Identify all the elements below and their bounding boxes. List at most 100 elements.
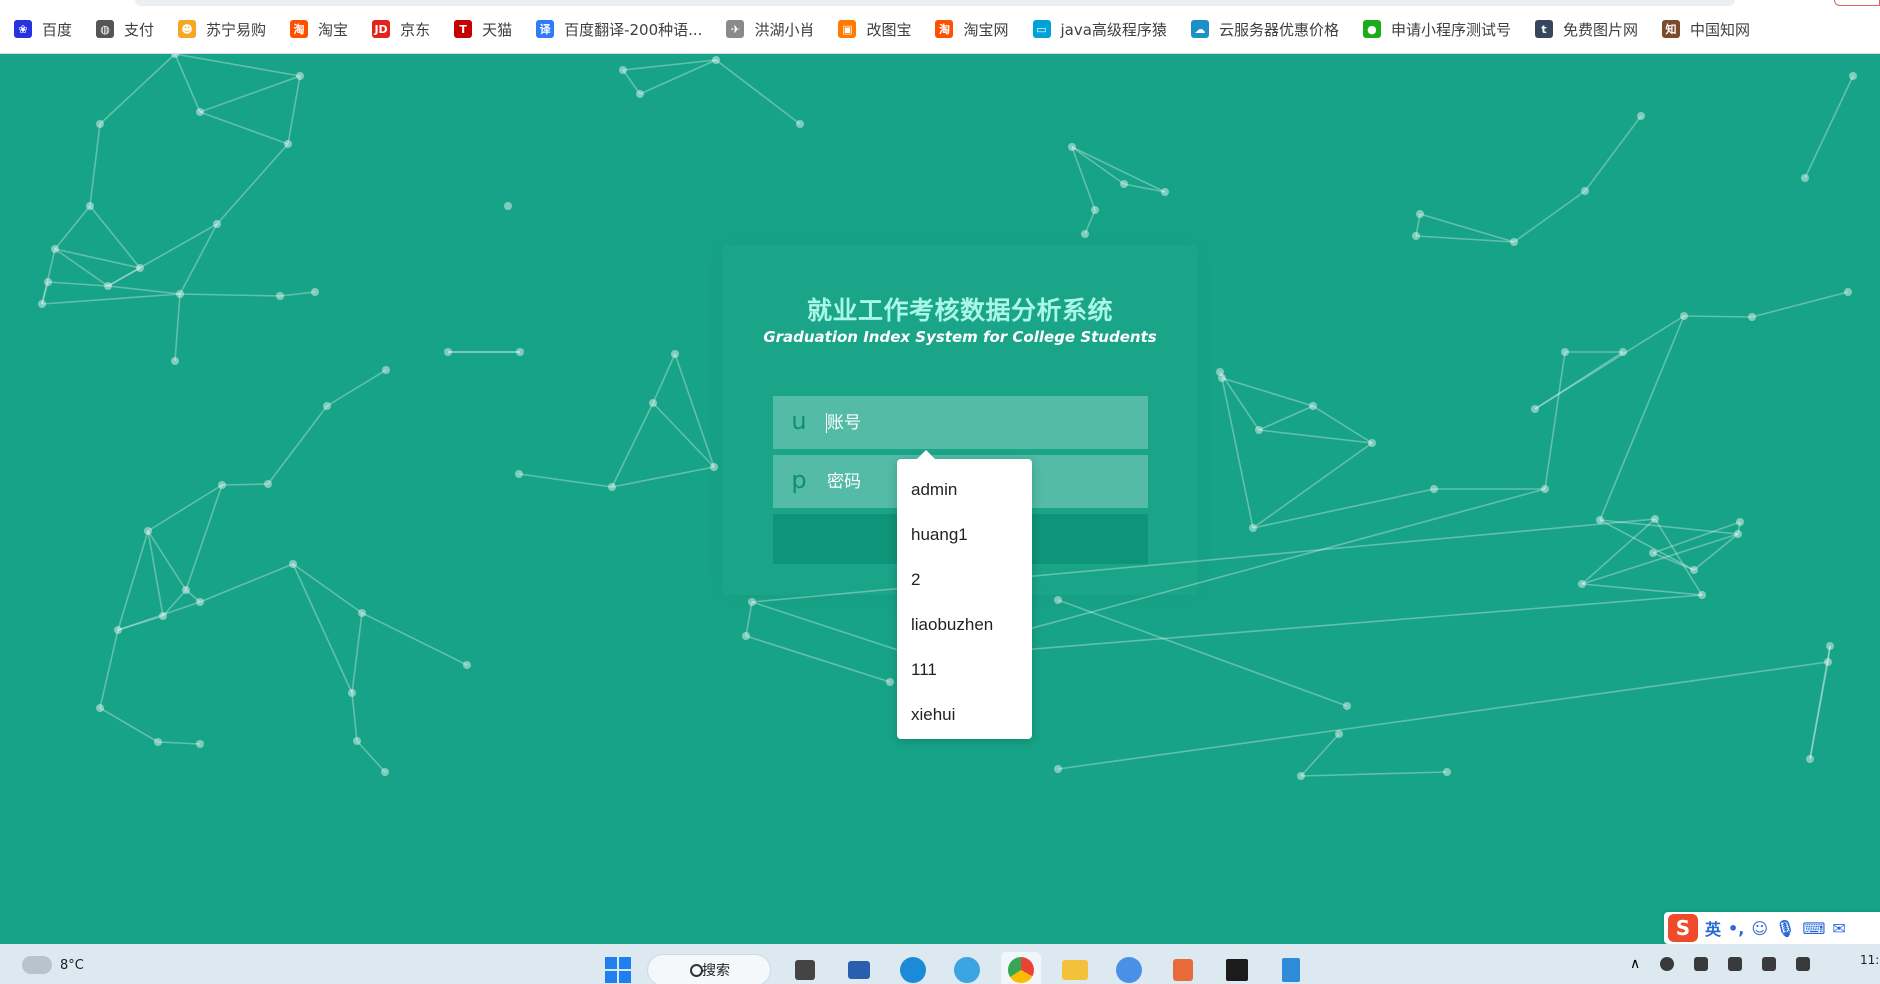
punctuation-icon[interactable]: •, [1728,919,1744,938]
network-link [1221,377,1314,407]
autocomplete-option[interactable]: liaobuzhen [897,602,1032,647]
volume-icon[interactable] [1762,957,1777,971]
powerpoint-icon[interactable] [1163,952,1203,984]
network-node [1416,210,1424,218]
weather-temperature: 8°C [60,957,84,973]
network-link [1057,599,1348,707]
network-link [652,402,715,468]
wifi-icon[interactable] [1728,957,1743,971]
baidu-netdisk-icon[interactable] [1109,952,1149,984]
bookmark-item[interactable]: ● 申请小程序测试号 [1362,17,1511,41]
bookmark-item[interactable]: t 免费图片网 [1534,17,1638,41]
remote-desktop-icon[interactable] [839,952,879,984]
browser-e-icon[interactable] [947,952,987,984]
network-node [712,56,720,64]
emoji-icon[interactable]: ☺ [1751,919,1768,938]
network-node [218,481,226,489]
network-link [1581,533,1739,585]
bookmark-item[interactable]: 淘淘宝网 [935,17,1009,41]
bookmark-item[interactable]: ◍ 支付 [96,17,154,41]
network-link [1751,291,1849,318]
bookmark-item[interactable]: 译百度翻译-200种语... [536,17,702,41]
bookmark-item[interactable]: ☻ 苏宁易购 [178,17,266,41]
chrome-icon[interactable] [1001,952,1041,984]
text-caret [826,413,827,433]
bookmark-list: ❀ 百度 ◍ 支付 ☻ 苏宁易购淘淘宝 JD 京东 T 天猫译百度翻译-200种语... ✈ 洪湖小肖… [14,17,1774,41]
notepad-icon[interactable] [1271,952,1311,984]
windows-start-icon[interactable] [603,955,633,984]
bookmark-item[interactable]: 淘淘宝 [290,17,348,41]
bookmark-item[interactable]: ✈ 洪湖小肖 [726,17,814,41]
network-node [1510,238,1518,246]
network-node [1826,642,1834,650]
username-input[interactable] [825,396,1148,449]
battery-icon[interactable] [1796,957,1811,971]
autocomplete-option[interactable]: huang1 [897,512,1032,557]
network-link [1544,351,1566,490]
network-node [353,737,361,745]
microphone-tray-icon[interactable] [1694,957,1709,971]
network-link [199,563,294,603]
network-link [99,54,176,125]
network-node [1054,596,1062,604]
network-link [41,248,56,305]
taobao-icon: 淘 [290,20,309,38]
tumblr-icon: t [1534,20,1553,38]
bookmark-item[interactable]: 知中国知网 [1661,17,1750,41]
bookmark-item[interactable]: T 天猫 [454,17,512,41]
network-node [284,140,292,148]
edge-browser-icon[interactable] [893,952,933,984]
bookmark-item[interactable]: ❀ 百度 [14,17,72,41]
keyboard-icon[interactable]: ⌨ [1802,919,1825,938]
microphone-icon[interactable]: 🎙 [1775,919,1795,938]
network-node [289,560,297,568]
bookmark-item[interactable]: ☁ 云服务器优惠价格 [1190,17,1339,41]
taskbar-search[interactable]: 搜索 [647,954,771,984]
network-node [1412,232,1420,240]
network-node [619,66,627,74]
sogou-ime-icon[interactable]: S [1668,914,1698,942]
network-link [1599,315,1685,521]
ime-language-toggle[interactable]: 英 [1705,916,1721,940]
file-explorer-icon[interactable] [1055,952,1095,984]
autocomplete-option[interactable]: 111 [897,647,1032,692]
network-link [147,484,223,532]
network-node [671,350,679,358]
network-link [1219,371,1260,431]
system-tray: ∧ [1630,956,1811,972]
autocomplete-option[interactable]: xiehui [897,692,1032,737]
intellij-idea-icon[interactable] [1217,952,1257,984]
taskbar-apps: 搜索 [603,952,1311,984]
taskbar-clock[interactable]: 11: [1860,952,1879,968]
network-link [1683,315,1753,318]
taobao-icon: 淘 [935,20,954,38]
network-node [323,402,331,410]
bookmark-item[interactable]: JD 京东 [372,17,430,41]
skin-icon[interactable]: ✉ [1832,919,1845,938]
network-link [221,483,269,486]
autocomplete-option[interactable]: admin [897,467,1032,512]
autocomplete-option[interactable]: 2 [897,557,1032,602]
system-title: 就业工作考核数据分析系统 [806,296,1113,325]
network-node [1335,730,1343,738]
network-node [96,704,104,712]
bookmark-label: 京东 [400,20,431,39]
task-view-icon[interactable] [785,952,825,984]
network-node [1309,402,1317,410]
network-link [41,293,181,305]
network-link [174,54,201,113]
network-node [796,120,804,128]
network-node [96,120,104,128]
chevron-up-icon[interactable]: ∧ [1630,956,1640,972]
weather-widget[interactable]: 8°C [22,956,84,974]
username-field[interactable]: u [773,396,1148,449]
bookmark-item[interactable]: ▭ java高级程序猿 [1032,17,1167,41]
network-node [1343,702,1351,710]
gaitubao-icon: ▣ [838,20,857,38]
network-node [1297,772,1305,780]
qq-icon[interactable] [1660,957,1675,971]
network-node [1690,566,1698,574]
bookmark-item[interactable]: ▣ 改图宝 [838,17,911,41]
network-node [44,278,52,286]
network-node [1255,426,1263,434]
